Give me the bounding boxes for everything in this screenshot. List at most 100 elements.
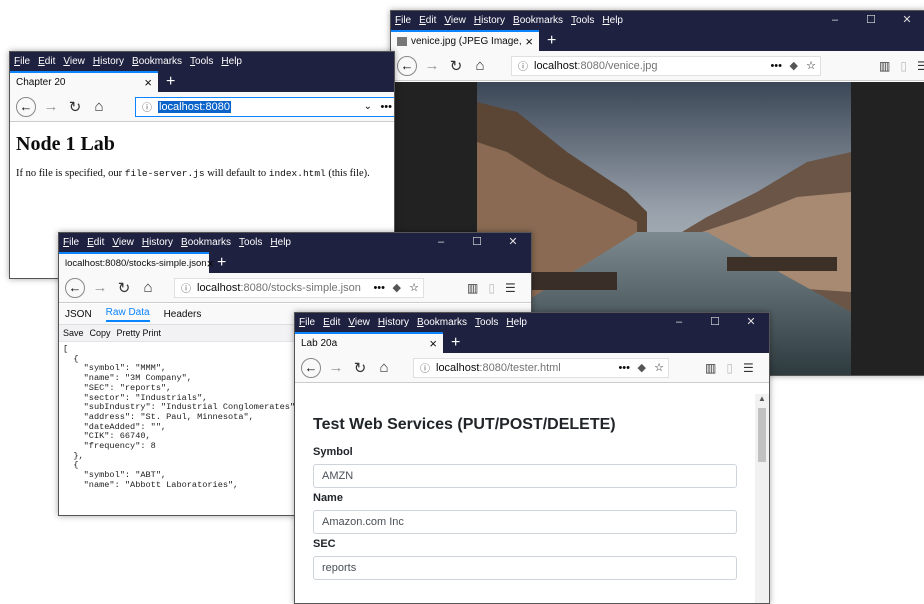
menu-history[interactable]: History	[474, 15, 505, 26]
menu-file[interactable]: File	[395, 15, 411, 26]
back-arrow-icon[interactable]: ←	[397, 55, 417, 76]
sidebar-icon[interactable]: ▯	[900, 59, 907, 73]
tab-close-icon[interactable]: ×	[144, 75, 152, 90]
info-icon[interactable]: ⓘ	[420, 360, 430, 375]
tab-close-icon[interactable]: ×	[207, 256, 215, 271]
menu-help[interactable]: Help	[602, 15, 623, 26]
hamburger-menu-icon[interactable]: ☰	[505, 281, 516, 295]
scrollbar-thumb[interactable]	[758, 408, 766, 462]
minimize-icon[interactable]: –	[661, 313, 697, 331]
menu-history[interactable]: History	[93, 56, 124, 67]
menu-tools[interactable]: Tools	[571, 15, 594, 26]
new-tab-icon[interactable]: +	[166, 72, 175, 92]
hamburger-menu-icon[interactable]: ☰	[743, 361, 754, 375]
minimize-icon[interactable]: –	[423, 233, 459, 251]
tab-raw-data[interactable]: Raw Data	[105, 307, 150, 322]
bookmark-star-icon[interactable]: ☆	[654, 361, 664, 374]
menu-help[interactable]: Help	[506, 317, 527, 328]
menu-help[interactable]: Help	[270, 237, 291, 248]
info-icon[interactable]: ⓘ	[142, 99, 152, 114]
url-bar[interactable]: ⓘ localhost:8080/tester.html ••• ◆ ☆	[413, 357, 669, 378]
tab-close-icon[interactable]: ×	[525, 34, 533, 49]
new-tab-icon[interactable]: +	[451, 333, 460, 353]
menu-edit[interactable]: Edit	[38, 56, 55, 67]
menu-view[interactable]: View	[63, 56, 85, 67]
sidebar-icon[interactable]: ▯	[488, 281, 495, 295]
hamburger-menu-icon[interactable]: ☰	[917, 59, 924, 73]
menu-tools[interactable]: Tools	[239, 237, 262, 248]
back-arrow-icon[interactable]: ←	[16, 96, 36, 117]
scroll-up-arrow-icon[interactable]: ▲	[755, 394, 769, 403]
tab-stocks-json[interactable]: localhost:8080/stocks-simple.json ×	[59, 252, 214, 273]
reload-icon[interactable]: ↻	[447, 57, 465, 75]
sidebar-icon[interactable]: ▯	[726, 361, 733, 375]
page-actions-icon[interactable]: •••	[380, 101, 392, 113]
home-icon[interactable]: ⌂	[471, 57, 489, 74]
menu-help[interactable]: Help	[221, 56, 242, 67]
menu-file[interactable]: File	[299, 317, 315, 328]
menu-view[interactable]: View	[444, 15, 466, 26]
page-actions-icon[interactable]: •••	[770, 60, 782, 72]
reload-icon[interactable]: ↻	[66, 98, 84, 116]
url-bar[interactable]: ⓘ localhost:8080 ⌄ •••	[135, 96, 394, 117]
forward-arrow-icon[interactable]: →	[423, 57, 441, 74]
maximize-icon[interactable]: ☐	[853, 11, 889, 29]
menu-edit[interactable]: Edit	[87, 237, 104, 248]
library-icon[interactable]: ▥	[879, 59, 890, 73]
field-input-sec[interactable]: reports	[313, 556, 737, 580]
close-icon[interactable]: ✕	[495, 233, 531, 251]
tab-close-icon[interactable]: ×	[429, 336, 437, 351]
menu-history[interactable]: History	[378, 317, 409, 328]
dropdown-chevron-icon[interactable]: ⌄	[364, 101, 372, 112]
info-icon[interactable]: ⓘ	[181, 280, 191, 295]
info-icon[interactable]: ⓘ	[518, 58, 528, 73]
save-button[interactable]: Save	[63, 328, 84, 338]
vertical-scrollbar[interactable]: ▲	[755, 394, 769, 603]
maximize-icon[interactable]: ☐	[697, 313, 733, 331]
home-icon[interactable]: ⌂	[139, 279, 157, 296]
close-icon[interactable]: ✕	[889, 11, 924, 29]
url-bar[interactable]: ⓘ localhost:8080/venice.jpg ••• ◆ ☆	[511, 55, 821, 76]
home-icon[interactable]: ⌂	[90, 98, 108, 115]
menu-bookmarks[interactable]: Bookmarks	[181, 237, 231, 248]
reload-icon[interactable]: ↻	[351, 359, 369, 377]
menu-view[interactable]: View	[348, 317, 370, 328]
back-arrow-icon[interactable]: ←	[301, 357, 321, 378]
tab-venice[interactable]: venice.jpg (JPEG Image, 640 × ×	[391, 30, 539, 51]
field-input-name[interactable]: Amazon.com Inc	[313, 510, 737, 534]
page-actions-icon[interactable]: •••	[618, 362, 630, 374]
forward-arrow-icon[interactable]: →	[91, 279, 109, 296]
forward-arrow-icon[interactable]: →	[42, 98, 60, 115]
copy-button[interactable]: Copy	[90, 328, 111, 338]
pocket-icon[interactable]: ◆	[638, 361, 646, 374]
minimize-icon[interactable]: –	[817, 11, 853, 29]
close-icon[interactable]: ✕	[733, 313, 769, 331]
menu-bookmarks[interactable]: Bookmarks	[132, 56, 182, 67]
bookmark-star-icon[interactable]: ☆	[409, 281, 419, 294]
tab-headers[interactable]: Headers	[164, 309, 202, 320]
pocket-icon[interactable]: ◆	[393, 281, 401, 294]
field-input-symbol[interactable]: AMZN	[313, 464, 737, 488]
menu-bookmarks[interactable]: Bookmarks	[417, 317, 467, 328]
menu-tools[interactable]: Tools	[475, 317, 498, 328]
menu-history[interactable]: History	[142, 237, 173, 248]
page-actions-icon[interactable]: •••	[373, 282, 385, 294]
tab-json[interactable]: JSON	[65, 309, 92, 320]
new-tab-icon[interactable]: +	[217, 253, 226, 273]
menu-bookmarks[interactable]: Bookmarks	[513, 15, 563, 26]
menu-tools[interactable]: Tools	[190, 56, 213, 67]
url-bar[interactable]: ⓘ localhost:8080/stocks-simple.json ••• …	[174, 277, 424, 298]
pretty-print-button[interactable]: Pretty Print	[117, 328, 162, 338]
menu-edit[interactable]: Edit	[323, 317, 340, 328]
maximize-icon[interactable]: ☐	[459, 233, 495, 251]
tab-chapter20[interactable]: Chapter 20 ×	[10, 71, 158, 92]
menu-file[interactable]: File	[14, 56, 30, 67]
home-icon[interactable]: ⌂	[375, 359, 393, 376]
pocket-icon[interactable]: ◆	[790, 59, 798, 72]
library-icon[interactable]: ▥	[705, 361, 716, 375]
menu-file[interactable]: File	[63, 237, 79, 248]
menu-view[interactable]: View	[112, 237, 134, 248]
forward-arrow-icon[interactable]: →	[327, 359, 345, 376]
new-tab-icon[interactable]: +	[547, 31, 556, 51]
bookmark-star-icon[interactable]: ☆	[806, 59, 816, 72]
